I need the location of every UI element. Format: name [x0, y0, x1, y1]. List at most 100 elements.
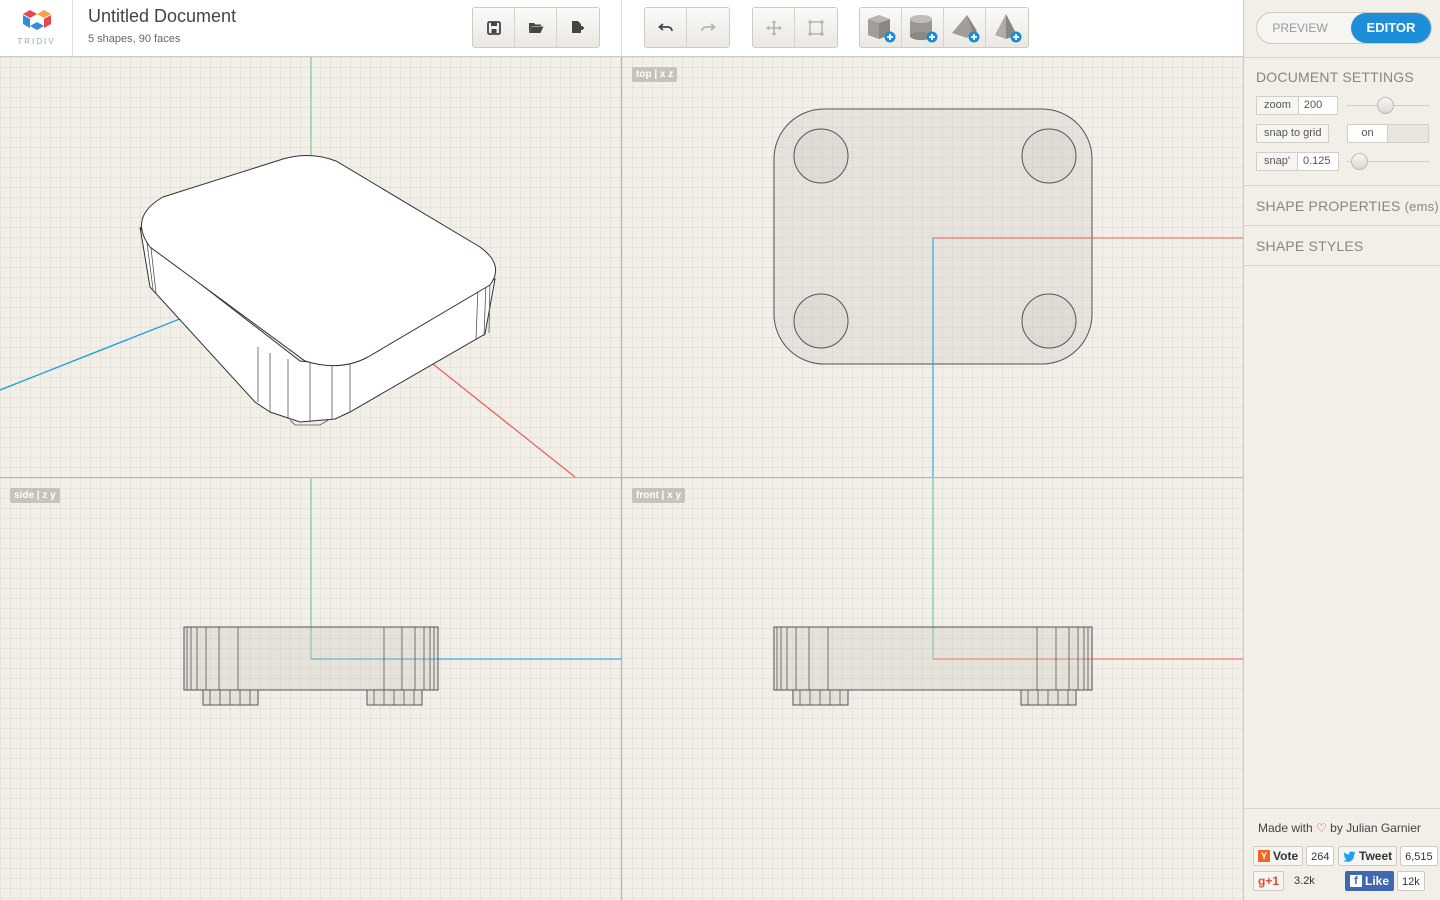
tweet-label: Tweet	[1359, 849, 1393, 863]
foot-circle	[1021, 293, 1077, 349]
perspective-scene	[0, 57, 576, 477]
snap-label: snap'	[1257, 153, 1298, 170]
mode-toggle: PREVIEW EDITOR	[1256, 12, 1432, 44]
add-cylinder-button[interactable]	[902, 8, 944, 47]
undo-icon	[657, 22, 673, 31]
zoom-slider-handle[interactable]	[1377, 97, 1394, 114]
zoom-field[interactable]: zoom 200	[1256, 96, 1338, 115]
top-scene	[773, 108, 1243, 477]
snap-to-grid-field: snap to grid	[1256, 124, 1330, 143]
facebook-icon: f	[1350, 875, 1362, 887]
add-pyramid-button[interactable]	[986, 8, 1028, 47]
header-divider	[621, 0, 622, 56]
ycombinator-icon: Y	[1258, 850, 1270, 862]
shape-properties-heading[interactable]: SHAPE PROPERTIES (ems)	[1256, 198, 1439, 214]
snap-toggle-off[interactable]	[1388, 125, 1428, 142]
separator	[1244, 225, 1440, 226]
top-viewport-label: top | x z	[632, 67, 678, 82]
tweet-count: 6,515	[1400, 846, 1438, 866]
facebook-like-widget: f Like 12k	[1345, 871, 1425, 891]
tridiv-logo-icon	[23, 10, 51, 30]
file-button-group	[472, 7, 600, 48]
front-viewport-label: front | x y	[632, 488, 686, 503]
gplus-button[interactable]: g+1	[1253, 871, 1285, 891]
credit-line: Made with ♡ by Julian Garnier	[1258, 821, 1421, 835]
side-viewport[interactable]: side | z y	[0, 478, 621, 900]
redo-button[interactable]	[687, 8, 729, 47]
history-button-group	[644, 7, 730, 48]
open-folder-icon	[528, 23, 543, 33]
app-header: TRIDIV Untitled Document 5 shapes, 90 fa…	[0, 0, 1243, 57]
shape-styles-heading[interactable]: SHAPE STYLES	[1256, 238, 1363, 254]
save-button[interactable]	[473, 8, 515, 47]
separator	[1244, 808, 1440, 809]
redo-icon	[701, 22, 716, 31]
document-subtitle: 5 shapes, 90 faces	[88, 33, 181, 45]
transform-button-group	[752, 7, 838, 48]
made-with-text: Made with	[1258, 821, 1313, 835]
base-profile	[773, 626, 1093, 691]
snap-slider-handle[interactable]	[1351, 153, 1368, 170]
author-link[interactable]: by Julian Garnier	[1330, 821, 1421, 835]
hn-vote-widget: Y Vote 264	[1253, 846, 1335, 866]
foot-circle	[1021, 128, 1077, 184]
add-cube-button[interactable]	[860, 8, 902, 47]
gplus-label: g+1	[1258, 874, 1280, 888]
open-button[interactable]	[515, 8, 557, 47]
snap-to-grid-toggle[interactable]: on	[1347, 124, 1429, 143]
like-button[interactable]: f Like	[1345, 871, 1395, 891]
logo-text: TRIDIV	[17, 37, 56, 46]
vote-count: 264	[1306, 846, 1335, 866]
undo-button[interactable]	[645, 8, 687, 47]
editor-tab[interactable]: EDITOR	[1351, 13, 1431, 43]
foot-circle	[793, 293, 849, 349]
top-viewport[interactable]: top | x z	[622, 57, 1243, 477]
viewport-divider-vertical[interactable]	[621, 57, 622, 900]
separator	[1244, 57, 1440, 58]
preview-tab[interactable]: PREVIEW	[1257, 13, 1343, 43]
base-profile	[183, 626, 439, 691]
sidebar: PREVIEW EDITOR DOCUMENT SETTINGS zoom 20…	[1243, 0, 1440, 900]
vote-button[interactable]: Y Vote	[1253, 846, 1304, 866]
add-cylinder-icon	[909, 14, 937, 42]
side-viewport-label: side | z y	[10, 488, 60, 503]
foot-circle	[793, 128, 849, 184]
tweet-button[interactable]: Tweet	[1338, 846, 1398, 866]
move-button[interactable]	[753, 8, 795, 47]
snap-toggle-on[interactable]: on	[1348, 125, 1388, 142]
zoom-input[interactable]: 200	[1298, 97, 1337, 114]
add-prism-button[interactable]	[944, 8, 986, 47]
vote-label: Vote	[1273, 849, 1299, 863]
shape-properties-unit: (ems)	[1404, 199, 1439, 214]
save-icon	[486, 20, 501, 35]
snap-field[interactable]: snap' 0.125	[1256, 152, 1339, 171]
perspective-viewport[interactable]	[0, 57, 621, 477]
shape-properties-label: SHAPE PROPERTIES	[1256, 198, 1401, 214]
separator	[1244, 185, 1440, 186]
move-icon	[765, 19, 782, 36]
side-scene	[183, 478, 621, 706]
tweet-widget: Tweet 6,515	[1338, 846, 1438, 866]
resize-button[interactable]	[795, 8, 837, 47]
add-pyramid-icon	[995, 13, 1022, 42]
front-viewport[interactable]: front | x y	[622, 478, 1243, 900]
new-document-icon	[572, 21, 584, 33]
front-scene	[773, 478, 1243, 706]
tridiv-logo[interactable]: TRIDIV	[0, 0, 73, 56]
add-prism-icon	[951, 14, 979, 42]
document-settings-heading[interactable]: DOCUMENT SETTINGS	[1256, 69, 1414, 85]
separator	[1244, 265, 1440, 266]
zoom-label: zoom	[1257, 97, 1299, 114]
resize-icon	[808, 20, 824, 35]
gplus-widget: g+1 3.2k	[1253, 871, 1319, 891]
like-count: 12k	[1397, 871, 1425, 891]
snap-input[interactable]: 0.125	[1297, 153, 1338, 170]
new-document-button[interactable]	[557, 8, 599, 47]
add-shape-button-group	[859, 7, 1029, 48]
viewport-divider-horizontal[interactable]	[0, 477, 1243, 478]
document-title[interactable]: Untitled Document	[88, 6, 236, 27]
heart-icon: ♡	[1316, 821, 1327, 835]
add-cube-icon	[867, 14, 895, 42]
like-label: Like	[1365, 874, 1390, 888]
twitter-bird-icon	[1343, 850, 1356, 862]
